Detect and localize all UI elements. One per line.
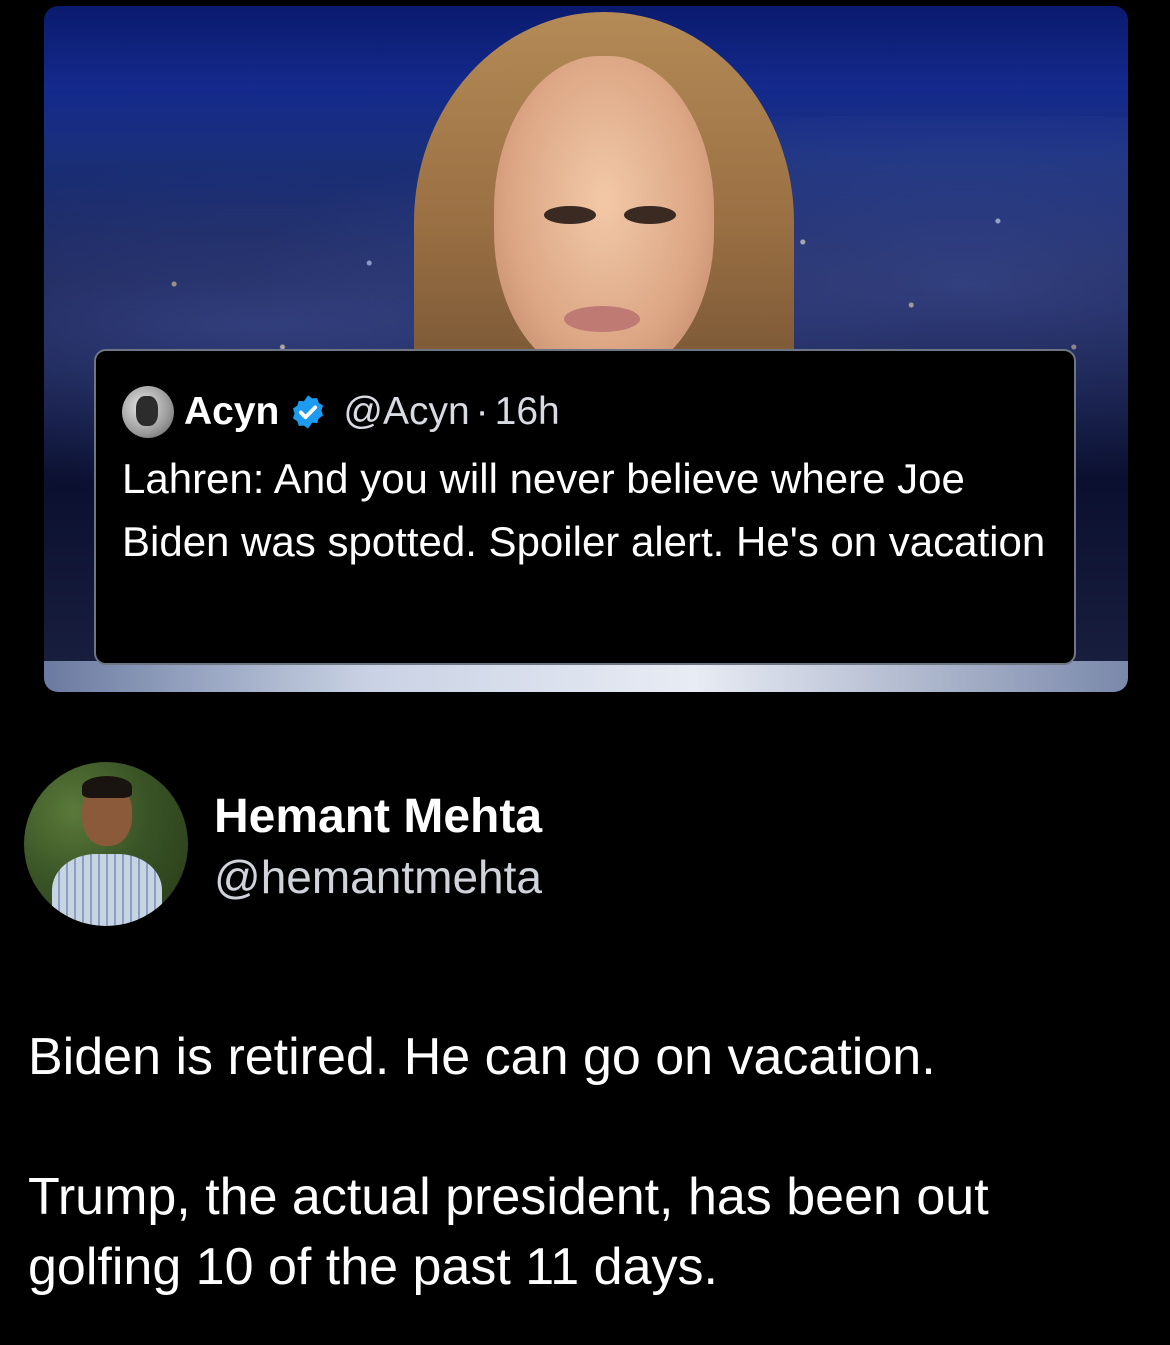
quoted-author-name[interactable]: Acyn — [184, 390, 279, 434]
tweet-body: Biden is retired. He can go on vacation.… — [28, 1022, 1148, 1302]
tweet-paragraph: Trump, the actual president, has been ou… — [28, 1168, 989, 1296]
quoted-tweet-text: Lahren: And you will never believe where… — [122, 455, 1046, 565]
quoted-author-avatar[interactable] — [122, 386, 174, 438]
anchor-left-eye — [544, 206, 596, 224]
verified-badge-icon — [293, 395, 324, 429]
author-handle[interactable]: @hemantmehta — [214, 847, 542, 907]
news-lower-third-banner — [44, 661, 1128, 692]
anchor-right-eye — [624, 206, 676, 224]
avatar-shirt — [52, 854, 162, 926]
quoted-tweet-time[interactable]: 16h — [495, 390, 560, 434]
author-avatar[interactable] — [24, 762, 188, 926]
anchor-lips — [564, 306, 640, 332]
avatar-hair — [82, 776, 132, 798]
quoted-tweet-header: Acyn @Acyn · 16h — [122, 385, 1048, 439]
author-text: Hemant Mehta @hemantmehta — [214, 787, 542, 907]
quoted-author-handle[interactable]: @Acyn — [343, 390, 469, 434]
quoted-tweet-card[interactable]: Acyn @Acyn · 16h Lahren: And you will ne… — [94, 349, 1076, 665]
tweet-paragraph: Biden is retired. He can go on vacation. — [28, 1028, 936, 1086]
author-name[interactable]: Hemant Mehta — [214, 787, 542, 847]
time-separator: · — [475, 390, 489, 433]
tweet-author: Hemant Mehta @hemantmehta — [24, 762, 542, 926]
